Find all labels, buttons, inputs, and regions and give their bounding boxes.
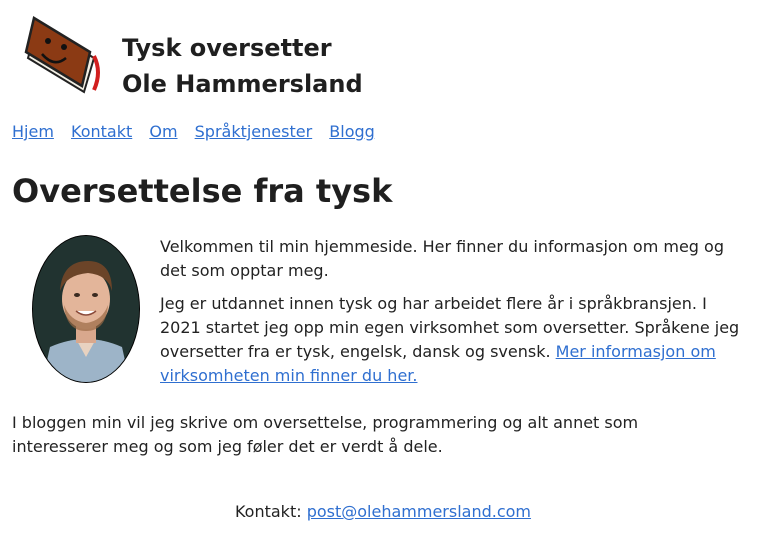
intro-paragraph-1: Velkommen til min hjemmeside. Her finner… xyxy=(160,237,724,280)
profile-photo xyxy=(32,235,140,383)
nav-item-hjem[interactable]: Hjem xyxy=(12,122,54,141)
nav-item-om[interactable]: Om xyxy=(149,122,177,141)
main-nav: Hjem Kontakt Om Språktjenester Blogg xyxy=(12,121,387,143)
site-title-line2: Ole Hammersland xyxy=(122,70,363,98)
nav-item-blogg[interactable]: Blogg xyxy=(329,122,375,141)
smiling-book-icon xyxy=(24,16,100,94)
blog-paragraph: I bloggen min vil jeg skrive om oversett… xyxy=(12,413,639,456)
footer-contact-label: Kontakt: xyxy=(234,502,302,521)
nav-item-spraktjenester[interactable]: Språktjenester xyxy=(195,122,313,141)
intro-text: Velkommen til min hjemmeside. Her finner… xyxy=(160,235,750,397)
nav-item-kontakt[interactable]: Kontakt xyxy=(71,122,132,141)
site-title: Tysk oversetter Ole Hammersland xyxy=(122,30,363,102)
page-title: Oversettelse fra tysk xyxy=(12,172,393,210)
footer: Kontakt: post@olehammersland.com xyxy=(0,500,766,524)
intro-paragraph-2: Jeg er utdannet innen tysk og har arbeid… xyxy=(160,292,750,388)
footer-email-link[interactable]: post@olehammersland.com xyxy=(307,502,531,521)
site-title-line1: Tysk oversetter xyxy=(122,34,332,62)
